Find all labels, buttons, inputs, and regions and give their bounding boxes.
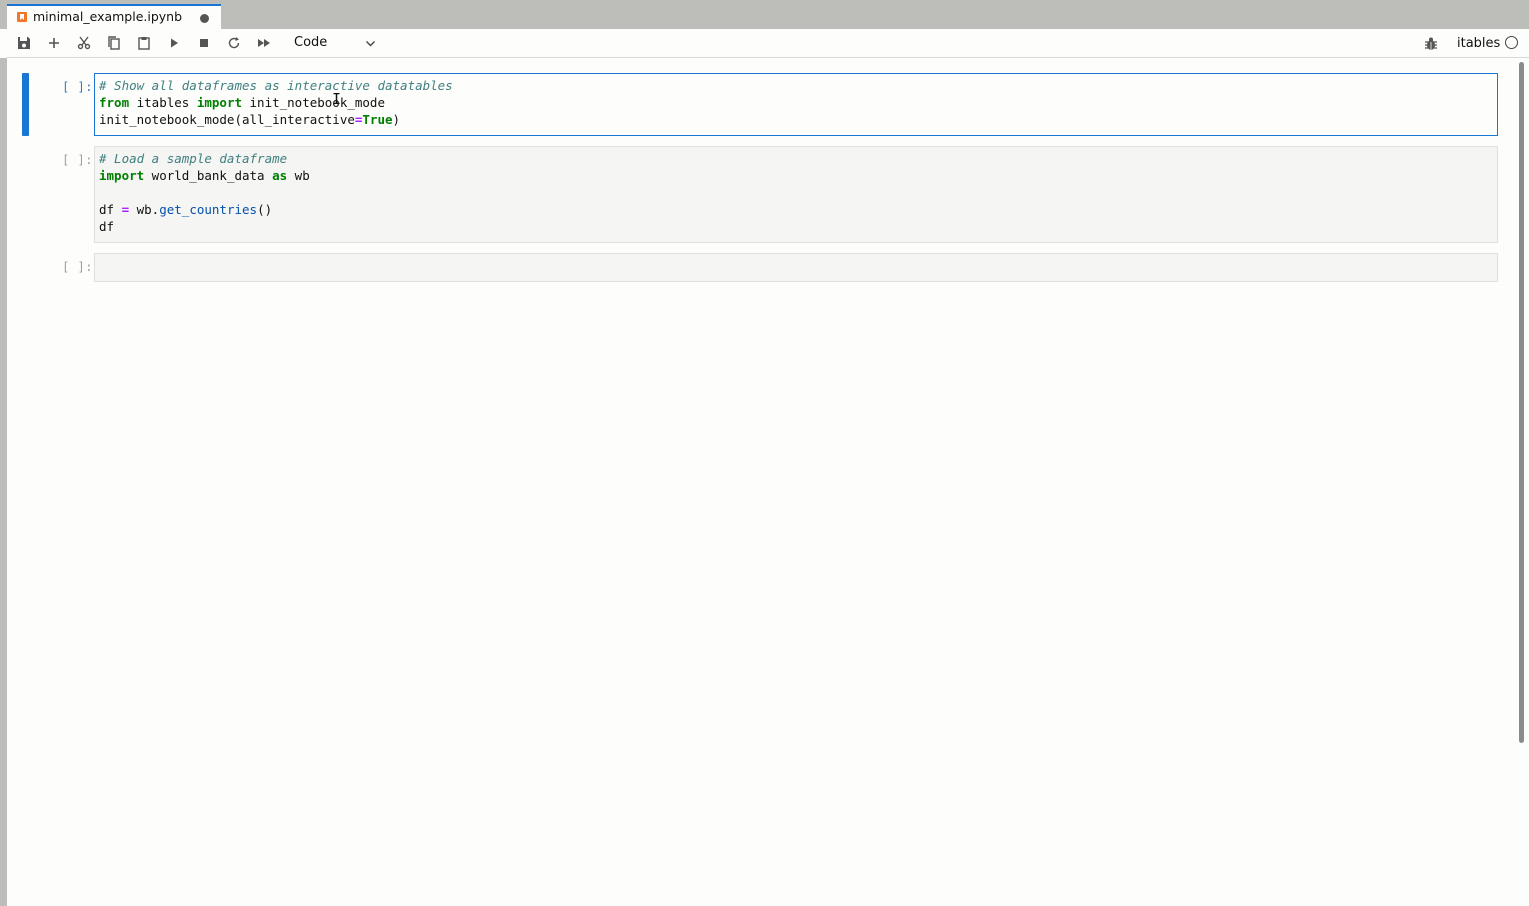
code-token-from: from: [99, 95, 130, 110]
interrupt-button[interactable]: [194, 34, 214, 52]
code-token-get-countries: get_countries: [159, 202, 258, 217]
code-token-equals: =: [121, 202, 130, 217]
text-cursor-icon: I: [332, 90, 342, 108]
paste-button[interactable]: [134, 34, 154, 52]
cut-button[interactable]: [74, 34, 94, 52]
cell-type-value: Code: [294, 35, 328, 50]
cell-editor[interactable]: # Load a sample dataframe import world_b…: [94, 146, 1498, 243]
scrollbar-thumb[interactable]: [1519, 62, 1524, 743]
notebook-scrollbar[interactable]: [1516, 60, 1529, 906]
code-token-import: import: [196, 95, 242, 110]
code-lines[interactable]: # Load a sample dataframe import world_b…: [95, 147, 1497, 238]
cell-editor[interactable]: [94, 253, 1498, 282]
save-button[interactable]: [14, 34, 34, 52]
jupyter-window: minimal_example.ipynb Code itables []: …: [0, 0, 1529, 906]
code-line-1: # Show all dataframes as interactive dat…: [99, 78, 453, 93]
save-icon: [18, 37, 30, 49]
fast-forward-icon: [258, 39, 270, 47]
notebook-panel: [ ]: # Show all dataframes as interactiv…: [7, 58, 1529, 906]
code-lines[interactable]: # Show all dataframes as interactive dat…: [95, 74, 1497, 131]
code-line-1: # Load a sample dataframe: [99, 151, 288, 166]
notebook-icon: [17, 12, 27, 22]
notebook-toolbar: Code itables: [7, 29, 1529, 58]
restart-run-all-button[interactable]: [254, 34, 274, 52]
cell-type-dropdown[interactable]: Code: [285, 33, 385, 53]
run-button[interactable]: [164, 34, 184, 52]
code-token-as: as: [272, 168, 288, 183]
code-cell-2[interactable]: [ ]: # Load a sample dataframe import wo…: [7, 146, 1507, 243]
scissors-icon: [77, 36, 91, 50]
code-line-5: df: [99, 219, 115, 234]
unsaved-indicator-icon[interactable]: [200, 14, 209, 23]
code-line-2: import world_bank_data as wb: [99, 168, 310, 183]
cell-prompt: [ ]:: [62, 260, 93, 274]
code-line-4: df = wb.get_countries(): [99, 202, 273, 217]
tab-bar: minimal_example.ipynb: [0, 0, 1529, 29]
copy-button[interactable]: [104, 34, 124, 52]
left-panel-edge: [0, 58, 7, 906]
tab-title: minimal_example.ipynb: [33, 9, 183, 24]
restart-icon: [228, 37, 240, 49]
restart-button[interactable]: [224, 34, 244, 52]
debugger-bug-icon[interactable]: [1423, 36, 1439, 52]
paste-icon: [138, 37, 150, 50]
cell-prompt: [ ]:: [62, 153, 93, 167]
play-icon: [171, 38, 178, 48]
copy-icon: [108, 36, 120, 50]
cell-editor[interactable]: # Show all dataframes as interactive dat…: [94, 73, 1498, 136]
cell-collapser[interactable]: [22, 73, 29, 136]
chevron-down-icon: [366, 41, 375, 47]
plus-icon: [49, 38, 59, 48]
code-cell-3[interactable]: [ ]:: [7, 253, 1507, 282]
notebook-tab[interactable]: minimal_example.ipynb: [7, 4, 221, 29]
cell-prompt: [ ]:: [62, 80, 93, 94]
kernel-name-button[interactable]: itables: [1457, 36, 1500, 51]
code-line-3: init_notebook_mode(all_interactive=True): [99, 112, 401, 127]
stop-icon: [200, 39, 208, 47]
kernel-idle-status-icon: [1505, 36, 1518, 49]
insert-cell-button[interactable]: [44, 34, 64, 52]
code-line-2: from itables import init_notebook_mode: [99, 95, 385, 110]
code-cell-1[interactable]: [ ]: # Show all dataframes as interactiv…: [7, 73, 1507, 136]
code-token-import: import: [99, 168, 145, 183]
code-token-true: True: [362, 112, 393, 127]
